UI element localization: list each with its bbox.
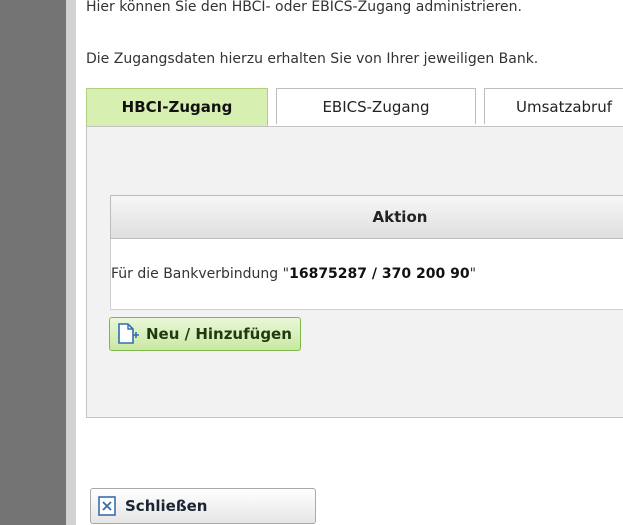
add-button-label: Neu / Hinzufügen (146, 325, 292, 343)
close-window-icon (97, 495, 119, 517)
row-text-suffix: " (469, 266, 477, 282)
main-content: Hier können Sie den HBCI- oder EBICS-Zug… (76, 0, 623, 525)
close-button-label: Schließen (125, 497, 208, 515)
row-bank-connection: 16875287 / 370 200 90 (289, 266, 470, 282)
intro-text-line1: Hier können Sie den HBCI- oder EBICS-Zug… (86, 0, 522, 15)
intro-text-line2: Die Zugangsdaten hierzu erhalten Sie von… (86, 51, 539, 67)
new-document-plus-icon (116, 322, 142, 346)
table-header-aktion: Aktion (110, 195, 623, 239)
left-sidebar-strip (66, 0, 76, 525)
add-new-button[interactable]: Neu / Hinzufügen (109, 317, 301, 351)
tab-ebics-zugang[interactable]: EBICS-Zugang (276, 88, 476, 124)
table-row: Für die Bankverbindung "16875287 / 370 2… (110, 239, 623, 310)
close-button[interactable]: Schließen (90, 488, 316, 524)
tab-hbci-zugang[interactable]: HBCI-Zugang (86, 88, 268, 126)
tab-panel: Aktion Für die Bankverbindung "16875287 … (86, 126, 623, 418)
row-text-prefix: Für die Bankverbindung " (111, 266, 290, 282)
left-sidebar-bar (0, 0, 66, 525)
access-table: Aktion Für die Bankverbindung "16875287 … (110, 195, 623, 310)
tab-umsatzabruf[interactable]: Umsatzabruf (484, 88, 623, 124)
